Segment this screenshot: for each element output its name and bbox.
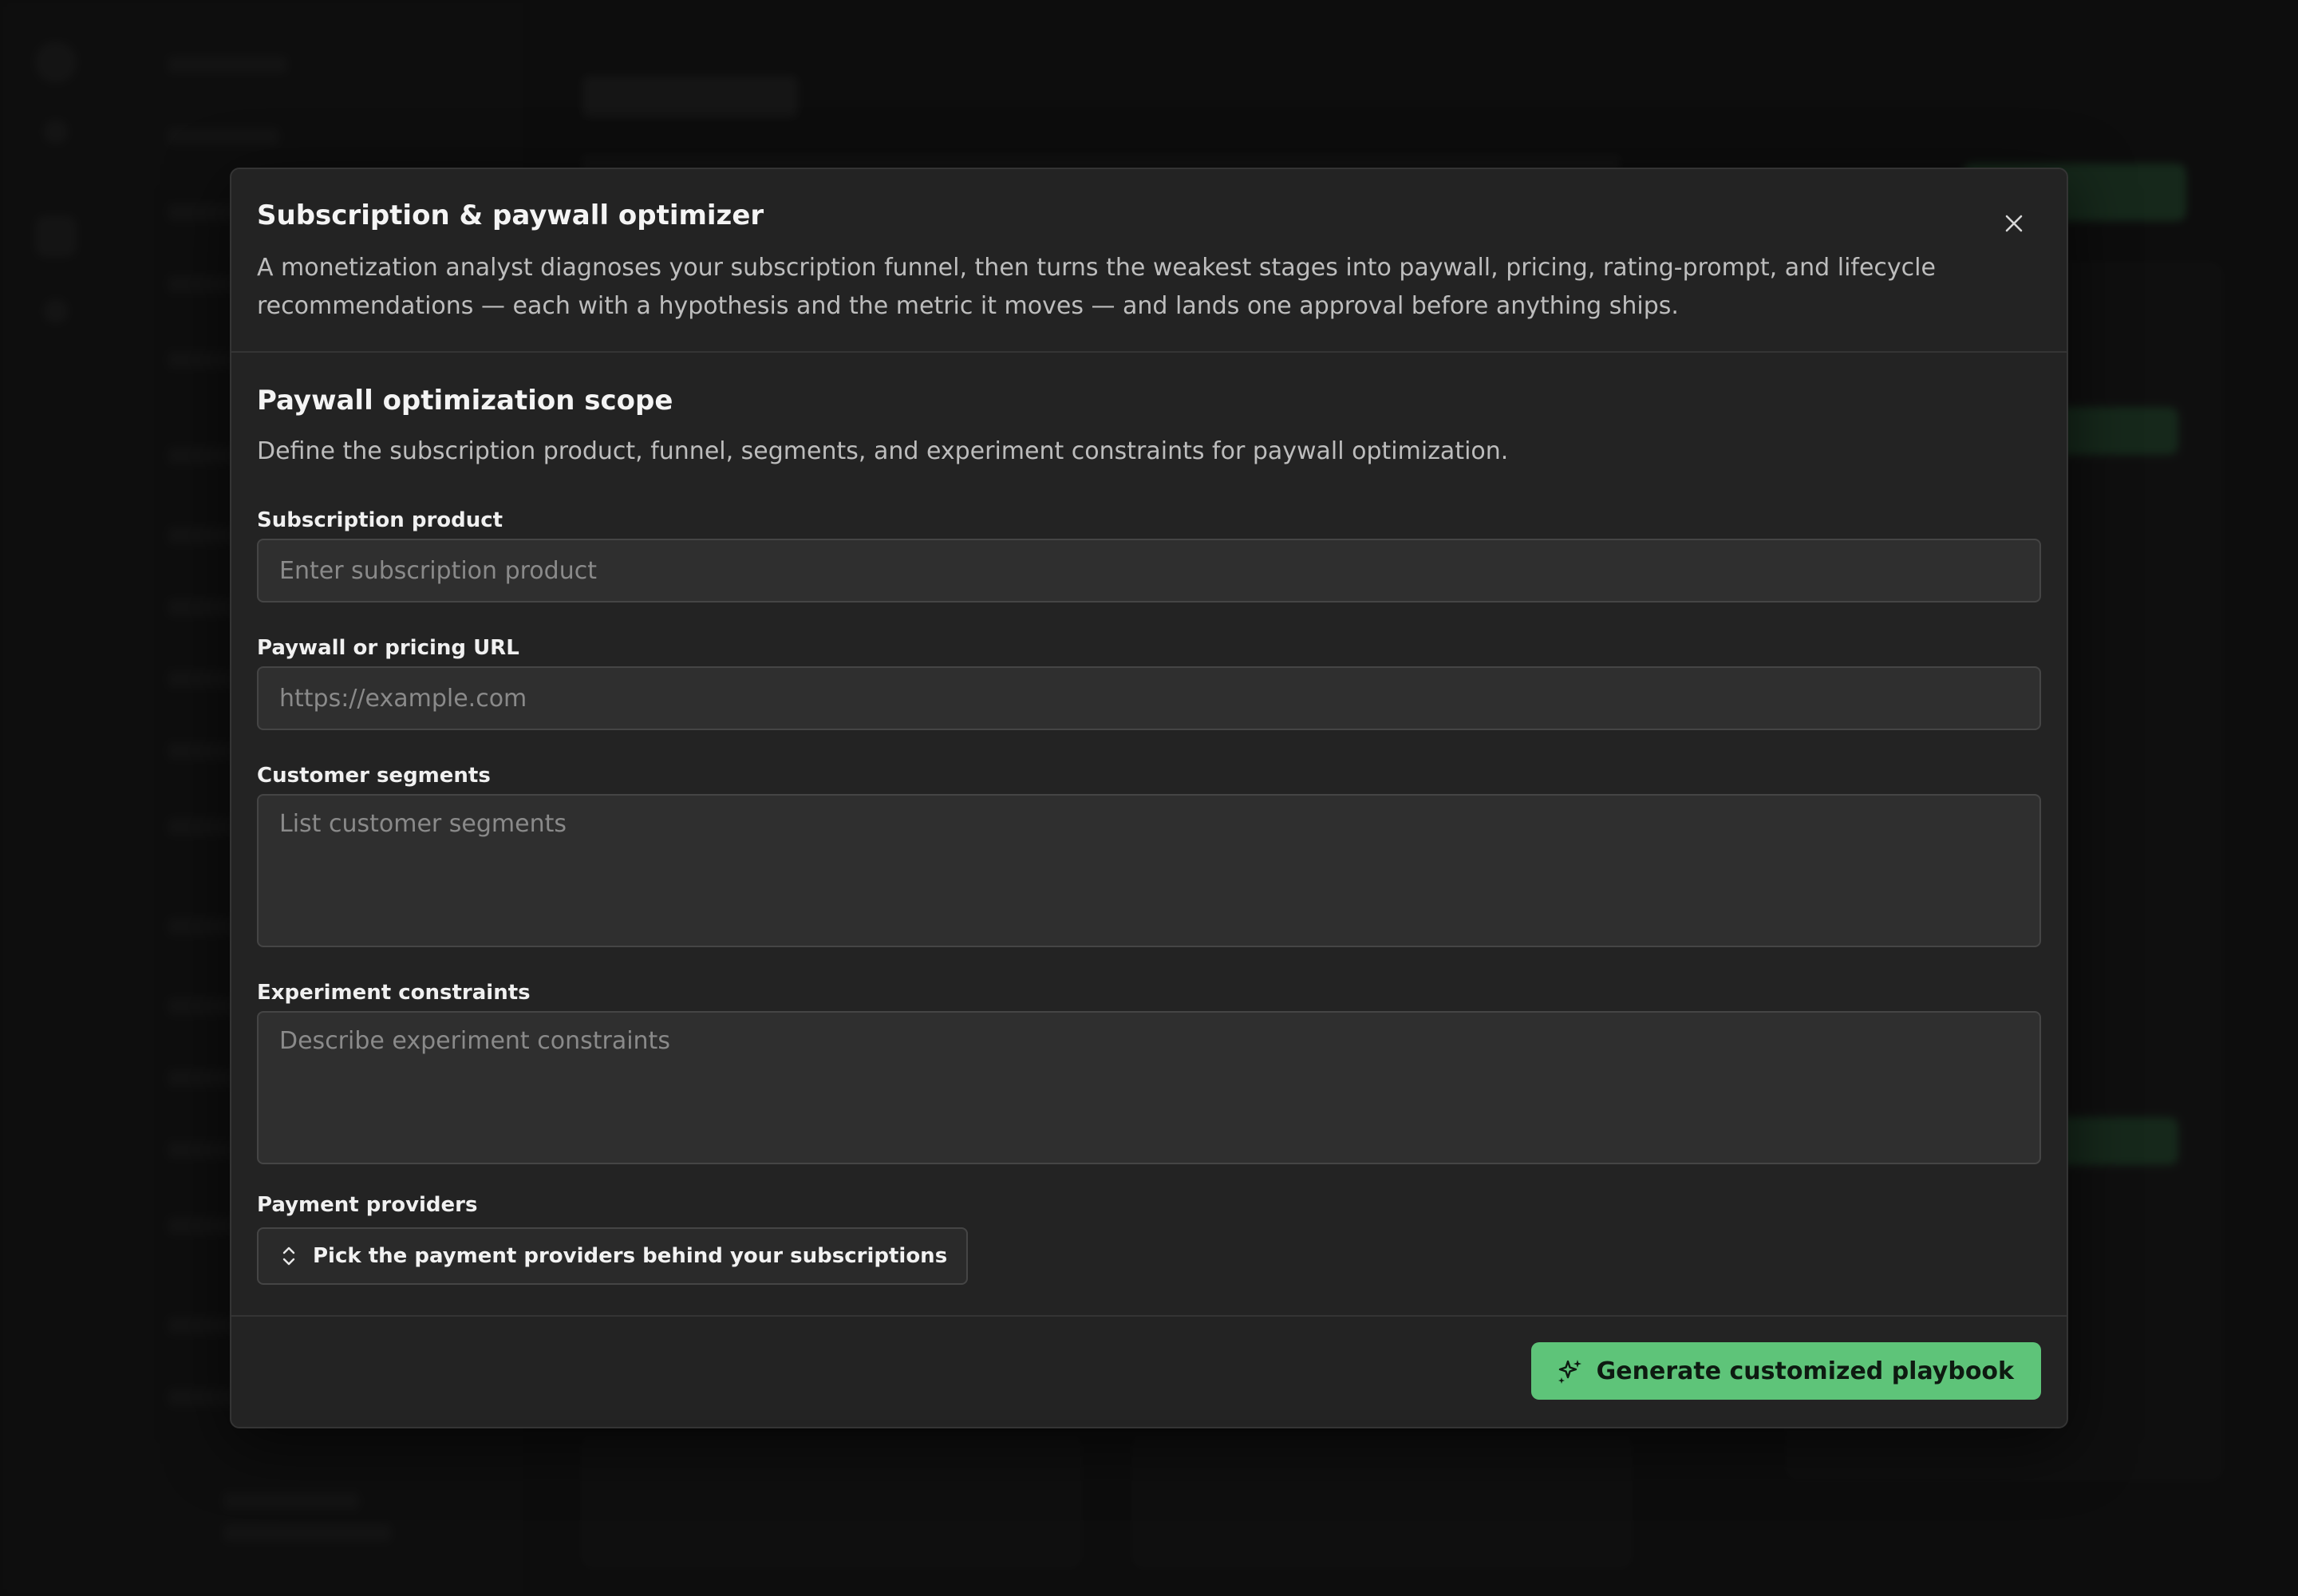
scope-description: Define the subscription product, funnel,… <box>257 437 1509 465</box>
experiment-constraints-label: Experiment constraints <box>257 981 531 1005</box>
subscription-product-label: Subscription product <box>257 508 503 532</box>
scope-title: Paywall optimization scope <box>257 385 673 417</box>
experiment-constraints-textarea[interactable] <box>257 1011 2041 1164</box>
generate-playbook-button[interactable]: Generate customized playbook <box>1530 1342 2041 1400</box>
sparkles-icon <box>1558 1360 1581 1384</box>
paywall-url-input[interactable] <box>257 666 2041 730</box>
modal-title: Subscription & paywall optimizer <box>257 200 764 231</box>
customer-segments-textarea[interactable] <box>257 794 2041 947</box>
customer-segments-label: Customer segments <box>257 764 491 788</box>
modal-header: Subscription & paywall optimizer A monet… <box>231 169 2067 353</box>
payment-providers-select[interactable]: Pick the payment providers behind your s… <box>257 1227 969 1285</box>
paywall-url-label: Paywall or pricing URL <box>257 636 519 660</box>
payment-providers-select-label: Pick the payment providers behind your s… <box>313 1244 948 1268</box>
playbook-modal: Subscription & paywall optimizer A monet… <box>230 168 2068 1428</box>
subscription-product-input[interactable] <box>257 539 2041 602</box>
close-button[interactable] <box>1995 204 2033 243</box>
close-icon <box>2005 215 2023 232</box>
chevron-up-down-icon <box>282 1246 295 1266</box>
modal-footer: Generate customized playbook <box>231 1315 2067 1427</box>
generate-playbook-label: Generate customized playbook <box>1596 1357 2014 1385</box>
payment-providers-label: Payment providers <box>257 1193 478 1217</box>
modal-description: A monetization analyst diagnoses your su… <box>257 254 1936 320</box>
